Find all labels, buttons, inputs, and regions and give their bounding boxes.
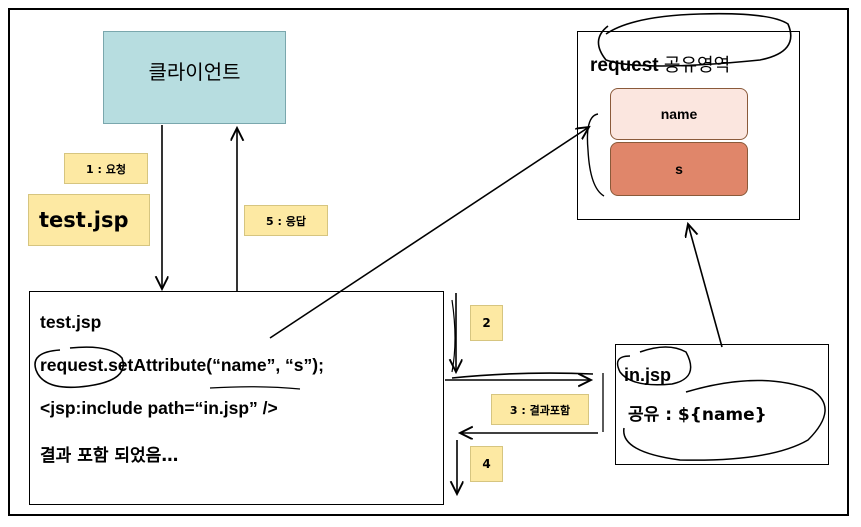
request-shared-area-box: request 공유영역 name s (577, 31, 800, 220)
attribute-name-text: name (660, 106, 698, 122)
code-line-3: <jsp:include path=“in.jsp” /> (40, 398, 278, 418)
step-2-label: 2 (470, 305, 503, 341)
in-jsp-title: in.jsp (624, 365, 672, 385)
code-line-4: 결과 포함 되었음… (40, 446, 179, 466)
shared-title-ko: 공유영역 (663, 55, 731, 76)
in-jsp-share-text: 공유 : ${name} (628, 405, 767, 425)
step-5-text: 5 : 응답 (266, 214, 306, 228)
attribute-value-text: s (675, 161, 683, 177)
step-2-text: 2 (482, 316, 491, 330)
step-1-text: 1 : 요청 (86, 162, 126, 176)
step-3-label: 3 : 결과포함 (491, 394, 589, 425)
step-3-text: 3 : 결과포함 (509, 403, 571, 417)
code-line-2: request.setAttribute(“name”, “s”); (40, 355, 324, 375)
shared-title-en: request (590, 55, 659, 76)
test-jsp-text: test.jsp (39, 208, 129, 232)
client-box: 클라이언트 (103, 31, 286, 124)
client-label: 클라이언트 (148, 60, 241, 84)
shared-area-title: request 공유영역 (590, 51, 730, 77)
attribute-name-box: name (610, 88, 748, 140)
step-4-text: 4 (482, 457, 491, 471)
step-1-label: 1 : 요청 (64, 153, 148, 184)
test-jsp-label: test.jsp (28, 194, 150, 246)
in-jsp-box: in.jsp 공유 : ${name} (615, 344, 829, 465)
code-line-1: test.jsp (40, 312, 102, 332)
step-5-label: 5 : 응답 (244, 205, 328, 236)
step-4-label: 4 (470, 446, 503, 482)
attribute-value-box: s (610, 142, 748, 196)
test-jsp-code-box: test.jsp request.setAttribute(“name”, “s… (29, 291, 444, 505)
